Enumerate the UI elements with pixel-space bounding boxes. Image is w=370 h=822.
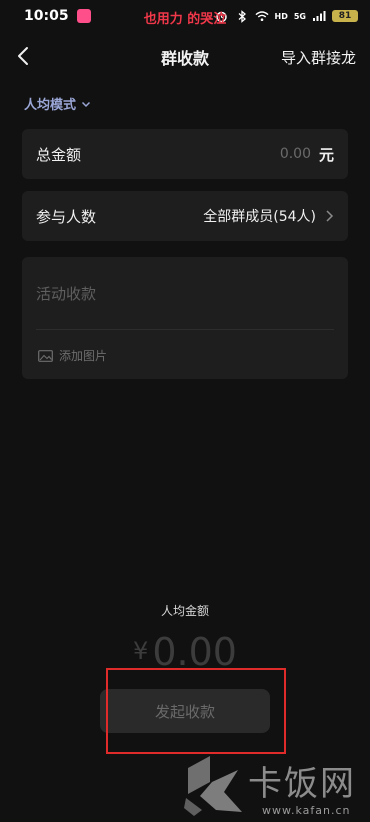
image-icon xyxy=(38,349,53,362)
status-time: 10:05 xyxy=(24,8,69,24)
signal-type-label: 5G xyxy=(293,11,306,21)
wifi-icon xyxy=(254,9,269,23)
total-amount-label: 总金额 xyxy=(36,145,82,164)
add-image-label: 添加图片 xyxy=(59,349,108,363)
note-card: 活动收款 添加图片 xyxy=(22,257,348,379)
per-person-amount-label: 人均金额 xyxy=(160,604,209,618)
chevron-right-icon xyxy=(326,210,334,222)
participants-label: 参与人数 xyxy=(36,207,97,226)
bluetooth-icon xyxy=(235,9,249,23)
watermark: 卡饭网 www.kafan.cn xyxy=(180,752,370,822)
participants-card[interactable]: 参与人数 全部群成员(54人) xyxy=(22,191,348,241)
status-bar: 10:05 也用力 的哭泣 HD 5G 81 xyxy=(0,0,370,32)
watermark-title: 卡饭网 xyxy=(248,764,356,804)
highlight-annotation xyxy=(106,668,286,754)
nav-bar: 群收款 导入群接龙 xyxy=(0,36,370,78)
app-notification-icon xyxy=(76,9,91,23)
total-amount-input[interactable]: 0.00 xyxy=(280,146,311,162)
currency-unit: 元 xyxy=(318,145,334,164)
import-group-list-button[interactable]: 导入群接龙 xyxy=(281,47,356,68)
status-icons: HD 5G 81 xyxy=(215,9,358,23)
split-mode-selector[interactable]: 人均模式 xyxy=(24,94,92,113)
kafan-logo-icon xyxy=(184,756,242,816)
alarm-icon xyxy=(215,9,229,23)
note-input[interactable]: 活动收款 xyxy=(36,283,96,304)
battery-icon: 81 xyxy=(332,10,358,22)
add-image-button[interactable]: 添加图片 xyxy=(38,347,107,364)
currency-symbol: ¥ xyxy=(133,637,149,665)
total-amount-card: 总金额 0.00 元 xyxy=(22,129,348,179)
split-mode-label: 人均模式 xyxy=(24,98,77,113)
note-divider xyxy=(36,329,334,330)
chevron-down-icon xyxy=(81,101,91,107)
watermark-url: www.kafan.cn xyxy=(262,804,351,817)
participants-value: 全部群成员(54人) xyxy=(203,209,316,225)
network-type-label: HD xyxy=(274,11,288,21)
signal-icon xyxy=(312,9,326,23)
